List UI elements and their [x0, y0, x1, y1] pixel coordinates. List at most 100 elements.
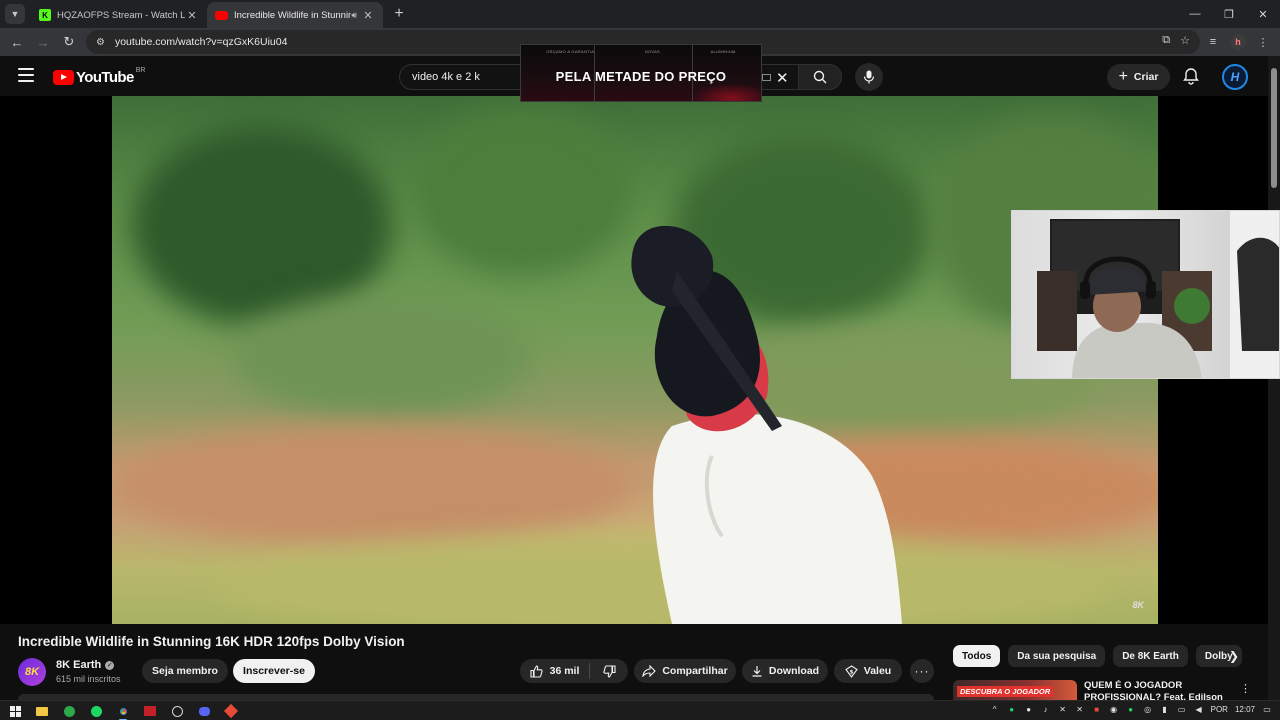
minimize-icon[interactable]: —	[1178, 0, 1212, 28]
tray-app-icon[interactable]: ♪	[1041, 704, 1051, 714]
profile-avatar[interactable]: h	[1230, 34, 1246, 50]
steam-icon[interactable]	[168, 703, 186, 719]
chip-from-search[interactable]: Da sua pesquisa	[1008, 645, 1106, 667]
spotify-icon[interactable]	[87, 703, 105, 719]
tray-app-icon[interactable]: ●	[1024, 704, 1034, 714]
banner-glow	[691, 83, 761, 101]
thumbnail-caption: DESCUBRA O JOGADOR	[957, 686, 1054, 697]
banner-top-right: ALUMINIUM	[710, 49, 736, 54]
clear-search-icon[interactable]: ✕	[776, 69, 789, 87]
tray-app-icon[interactable]: ◉	[1109, 704, 1119, 714]
site-settings-icon[interactable]: ⚙	[96, 37, 105, 48]
subscriber-count: 615 mil inscritos	[56, 674, 121, 684]
microphone-icon	[863, 70, 875, 84]
like-count: 36 mil	[549, 665, 580, 677]
tray-app-icon[interactable]: ■	[1092, 704, 1102, 714]
country-code: BR	[135, 67, 146, 74]
thumbs-up-icon	[530, 664, 543, 678]
recommended-title[interactable]: QUEM É O JOGADOR PROFISSIONAL? Feat. Edi…	[1084, 680, 1232, 700]
system-tray: ^ ● ● ♪ ✕ ✕ ■ ◉ ● ◎ ▮ ▭ ◀ POR 12:07 ▭	[990, 704, 1272, 714]
media-control-icon[interactable]: ≡	[1202, 30, 1224, 54]
browser-menu-icon[interactable]: ⋮	[1252, 30, 1274, 54]
forward-button[interactable]: →	[30, 29, 56, 55]
video-title: Incredible Wildlife in Stunning 16K HDR …	[18, 634, 405, 649]
bookmark-star-icon[interactable]: ☆	[1180, 34, 1190, 47]
app-icon[interactable]	[222, 703, 240, 719]
restore-icon[interactable]: ❐	[1212, 0, 1246, 28]
channel-name-text: 8K Earth	[56, 659, 102, 671]
close-window-icon[interactable]: ✕	[1246, 0, 1280, 28]
dislike-button[interactable]	[590, 664, 628, 678]
chrome-icon[interactable]	[114, 703, 132, 720]
create-label: Criar	[1133, 71, 1159, 83]
media-app-icon[interactable]	[141, 703, 159, 719]
tray-app-icon[interactable]: ✕	[1075, 704, 1085, 714]
tray-app-icon[interactable]: ◎	[1143, 704, 1153, 714]
xbox-icon[interactable]	[60, 703, 78, 719]
more-actions-button[interactable]: ···	[910, 659, 934, 683]
language-indicator[interactable]: POR	[1211, 705, 1228, 714]
guide-menu-icon[interactable]	[18, 68, 34, 82]
plus-icon: +	[1118, 68, 1128, 85]
voice-search-button[interactable]	[855, 63, 883, 91]
tray-app-icon[interactable]: ✕	[1058, 704, 1068, 714]
windows-taskbar: ^ ● ● ♪ ✕ ✕ ■ ◉ ● ◎ ▮ ▭ ◀ POR 12:07 ▭	[0, 700, 1280, 720]
thanks-button[interactable]: $ Valeu	[834, 659, 902, 683]
search-button[interactable]	[798, 64, 842, 90]
tab-title: HQZAOFPS Stream - Watch Live	[57, 9, 185, 21]
microphone-icon[interactable]: ▮	[1160, 704, 1170, 714]
file-explorer-icon[interactable]	[33, 703, 51, 719]
verified-check-icon: ✓	[105, 660, 115, 670]
youtube-logo[interactable]: YouTube BR	[53, 67, 146, 86]
reload-button[interactable]: ↻	[56, 29, 82, 55]
notifications-bell-icon[interactable]	[1182, 67, 1200, 85]
chip-from-channel[interactable]: De 8K Earth	[1113, 645, 1188, 667]
tray-chevron-icon[interactable]: ^	[990, 704, 1000, 714]
like-button[interactable]: 36 mil	[520, 663, 590, 679]
back-button[interactable]: ←	[4, 29, 30, 55]
join-label: Seja membro	[152, 665, 218, 677]
search-query: video 4k e 2 k	[412, 71, 480, 83]
recommended-thumbnail[interactable]: DESCUBRA O JOGADOR	[953, 680, 1077, 702]
keyboard-icon[interactable]	[762, 74, 771, 81]
chip-all[interactable]: Todos	[953, 645, 1001, 667]
new-tab-button[interactable]: +	[387, 2, 411, 26]
like-dislike-group: 36 mil	[520, 659, 628, 683]
join-button[interactable]: Seja membro	[142, 659, 228, 683]
video-frame[interactable]: 8K	[112, 96, 1158, 624]
channel-avatar[interactable]: 8K	[18, 658, 46, 686]
volume-icon[interactable]: ◀	[1194, 704, 1204, 714]
notifications-icon[interactable]: ▭	[1262, 704, 1272, 714]
chevron-right-icon[interactable]: ❯	[1226, 648, 1242, 664]
banner-headline: PELA METADE DO PREÇO	[555, 69, 727, 84]
clock[interactable]: 12:07	[1235, 705, 1255, 714]
tray-app-icon[interactable]: ●	[1007, 704, 1017, 714]
tab-hqzaofps[interactable]: K HQZAOFPS Stream - Watch Live ✕	[31, 2, 207, 28]
scrollbar-thumb[interactable]	[1271, 68, 1277, 188]
youtube-icon	[215, 10, 228, 20]
toolbar-right: ≡ h ⋮	[1202, 30, 1274, 54]
close-icon[interactable]: ✕	[361, 9, 375, 22]
speaker-icon[interactable]: 🔊︎	[351, 10, 357, 21]
create-button[interactable]: + Criar	[1107, 64, 1170, 90]
share-button[interactable]: Compartilhar	[634, 659, 736, 683]
youtube-wordmark: YouTube	[76, 69, 134, 86]
discord-icon[interactable]	[195, 703, 213, 719]
windows-start-icon[interactable]	[6, 703, 24, 719]
network-icon[interactable]: ▭	[1177, 704, 1187, 714]
thumbs-down-icon	[602, 664, 616, 678]
super-thanks-icon: $	[844, 664, 858, 678]
share-arrow-icon	[642, 665, 657, 677]
download-button[interactable]: Download	[742, 659, 828, 683]
close-icon[interactable]: ✕	[185, 9, 199, 22]
video-watermark: 8K	[1132, 600, 1144, 610]
tray-spotify-icon[interactable]: ●	[1126, 704, 1136, 714]
account-avatar[interactable]: H	[1222, 64, 1248, 90]
recommended-menu-icon[interactable]: ⋮	[1240, 682, 1251, 695]
install-app-icon[interactable]: ⧉	[1162, 34, 1170, 47]
tab-search-button[interactable]: ▼	[5, 4, 25, 24]
channel-name[interactable]: 8K Earth ✓	[56, 659, 115, 671]
share-label: Compartilhar	[662, 665, 728, 677]
subscribe-button[interactable]: Inscrever-se	[233, 659, 315, 683]
tab-youtube-video[interactable]: Incredible Wildlife in Stunning 16K 🔊︎ ✕	[207, 2, 383, 28]
